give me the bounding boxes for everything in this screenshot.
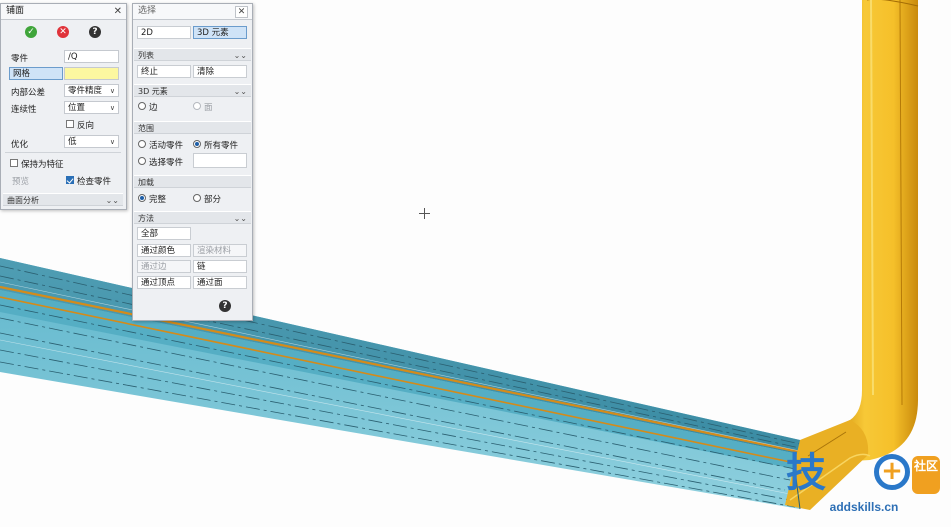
method-section[interactable]: 方法 ⌄⌄ [134, 211, 251, 224]
optimize-label: 优化 [11, 140, 29, 150]
face-radio[interactable] [193, 102, 201, 110]
active-part-label: 活动零件 [149, 141, 184, 151]
fillet-panel: 铺面 ✕ ✓ ✕ ? 零件 /Q 网格 内部公差 零件精度 连续性 位置 反向 … [0, 3, 127, 210]
add-section-label: 加载 [138, 178, 154, 187]
add-section: 加载 [134, 175, 251, 188]
list-section-label: 列表 [138, 51, 154, 60]
method-by-vertex-button[interactable]: 通过顶点 [137, 276, 191, 289]
logo-glyph: 技 [786, 450, 826, 496]
logo-plus: + [874, 454, 910, 490]
cursor-crosshair [419, 208, 430, 219]
method-all-button[interactable]: 全部 [137, 227, 191, 240]
watermark-logo: 技 + 社区 addskills.cn [784, 448, 944, 527]
part-field[interactable]: /Q [64, 50, 119, 63]
elements-section[interactable]: 3D 元素 ⌄⌄ [134, 84, 251, 97]
keep-feature-checkbox[interactable] [10, 159, 18, 167]
tolerance-dropdown[interactable]: 零件精度 [64, 84, 119, 97]
preview-label: 预览 [12, 177, 30, 187]
chevron-down-icon[interactable]: ⌄⌄ [234, 85, 247, 98]
select-panel: 选择 ✕ 2D 3D 元素 列表 ⌄⌄ 终止 清除 3D 元素 ⌄⌄ 边 面 范… [132, 3, 253, 321]
optimize-dropdown[interactable]: 低 [64, 135, 119, 148]
part-label: 零件 [11, 54, 29, 64]
mode-2d-button[interactable]: 2D [137, 26, 191, 39]
continuity-label: 连续性 [11, 105, 37, 115]
divider [5, 152, 121, 153]
help-icon[interactable]: ? [219, 300, 231, 312]
edge-label: 边 [149, 103, 158, 113]
fillet-panel-titlebar[interactable]: 铺面 ✕ [1, 4, 126, 20]
selected-part-label: 选择零件 [149, 158, 184, 168]
reverse-label: 反向 [77, 121, 95, 131]
face-label: 面 [204, 103, 213, 113]
yellow-pipe [836, 0, 918, 462]
close-icon[interactable]: ✕ [235, 6, 248, 18]
edge-radio[interactable] [138, 102, 146, 110]
method-by-color-button[interactable]: 通过颜色 [137, 244, 191, 257]
logo-url: addskills.cn [829, 500, 899, 514]
stop-button[interactable]: 终止 [137, 65, 191, 78]
optimize-value: 低 [68, 137, 77, 147]
continuity-dropdown[interactable]: 位置 [64, 101, 119, 114]
elements-section-label: 3D 元素 [138, 87, 168, 96]
check-icon[interactable]: ✓ [25, 26, 37, 38]
scope-section-label: 范围 [138, 124, 154, 133]
selected-part-field[interactable] [193, 153, 247, 168]
chevron-down-icon[interactable]: ⌄⌄ [234, 212, 247, 225]
tolerance-label: 内部公差 [11, 88, 46, 98]
curvature-section[interactable]: 曲面分析 ⌄⌄ [3, 193, 123, 206]
mesh-label-button[interactable]: 网格 [9, 67, 63, 80]
method-chain-button[interactable]: 链 [193, 260, 247, 273]
method-by-face-button[interactable]: 通过面 [193, 276, 247, 289]
method-render-material-button[interactable]: 渲染材料 [193, 244, 247, 257]
check-parts-checkbox[interactable] [66, 176, 74, 184]
logo-badge: 社区 [912, 456, 940, 494]
tolerance-value: 零件精度 [68, 86, 103, 96]
all-parts-label: 所有零件 [204, 141, 239, 151]
reverse-checkbox[interactable] [66, 120, 74, 128]
chevron-down-icon[interactable]: ⌄⌄ [234, 49, 247, 62]
method-section-label: 方法 [138, 214, 154, 223]
cancel-icon[interactable]: ✕ [57, 26, 69, 38]
mode-3d-button[interactable]: 3D 元素 [193, 26, 247, 39]
continuity-value: 位置 [68, 103, 86, 113]
select-panel-titlebar[interactable]: 选择 ✕ [133, 4, 252, 20]
active-part-radio[interactable] [138, 140, 146, 148]
full-radio[interactable] [138, 194, 146, 202]
mesh-field[interactable] [64, 67, 119, 80]
partial-radio[interactable] [193, 194, 201, 202]
check-parts-label: 检查零件 [77, 177, 112, 187]
chevron-down-icon[interactable]: ⌄⌄ [106, 194, 119, 207]
curvature-section-label: 曲面分析 [7, 196, 39, 205]
fillet-panel-title: 铺面 [6, 6, 25, 16]
keep-feature-label: 保持为特征 [21, 160, 64, 170]
scope-section: 范围 [134, 121, 251, 134]
clear-button[interactable]: 清除 [193, 65, 247, 78]
select-panel-title: 选择 [138, 6, 157, 16]
help-icon[interactable]: ? [89, 26, 101, 38]
all-parts-radio[interactable] [193, 140, 201, 148]
selected-part-radio[interactable] [138, 157, 146, 165]
method-by-edge-button[interactable]: 通过边 [137, 260, 191, 273]
partial-label: 部分 [204, 195, 222, 205]
full-label: 完整 [149, 195, 167, 205]
close-icon[interactable]: ✕ [114, 4, 122, 19]
list-section[interactable]: 列表 ⌄⌄ [134, 48, 251, 61]
